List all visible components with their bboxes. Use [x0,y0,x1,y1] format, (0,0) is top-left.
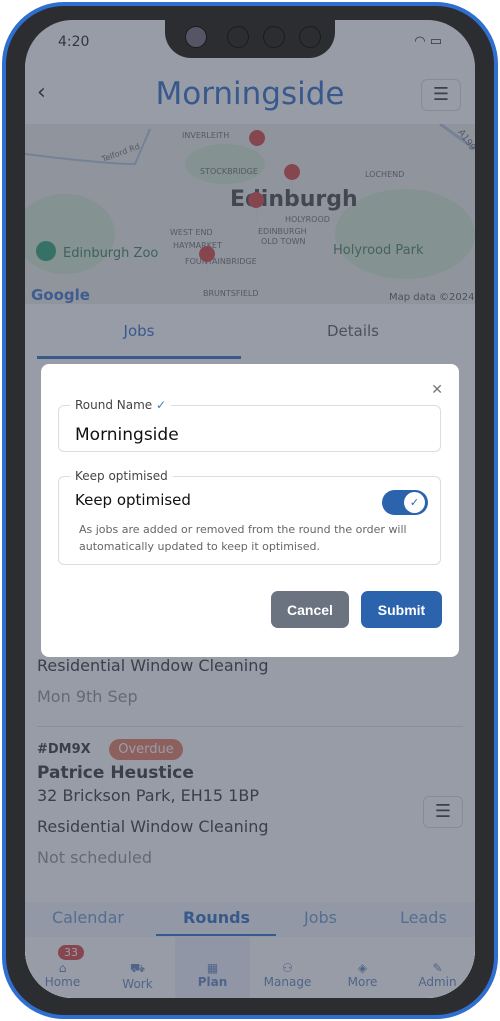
camera-icon [185,26,207,48]
check-icon: ✓ [404,492,425,513]
screen: 4:20 ◠ ▭ ‹ Morningside ☰ INVERLEITH Telf… [25,20,475,998]
close-icon[interactable]: ✕ [431,382,443,398]
submit-button[interactable]: Submit [361,591,442,628]
round-name-field[interactable]: Round Name ✓ Morningside [58,398,441,452]
keep-optimised-toggle[interactable]: ✓ [382,490,428,515]
check-icon: ✓ [156,398,167,412]
cancel-button[interactable]: Cancel [271,591,349,628]
round-name-input[interactable]: Morningside [75,425,179,445]
keep-optimised-group: Keep optimised Keep optimised ✓ As jobs … [58,469,441,565]
edit-round-dialog: ✕ Round Name ✓ Morningside Keep optimise… [41,364,459,657]
camera-notch [165,20,335,58]
